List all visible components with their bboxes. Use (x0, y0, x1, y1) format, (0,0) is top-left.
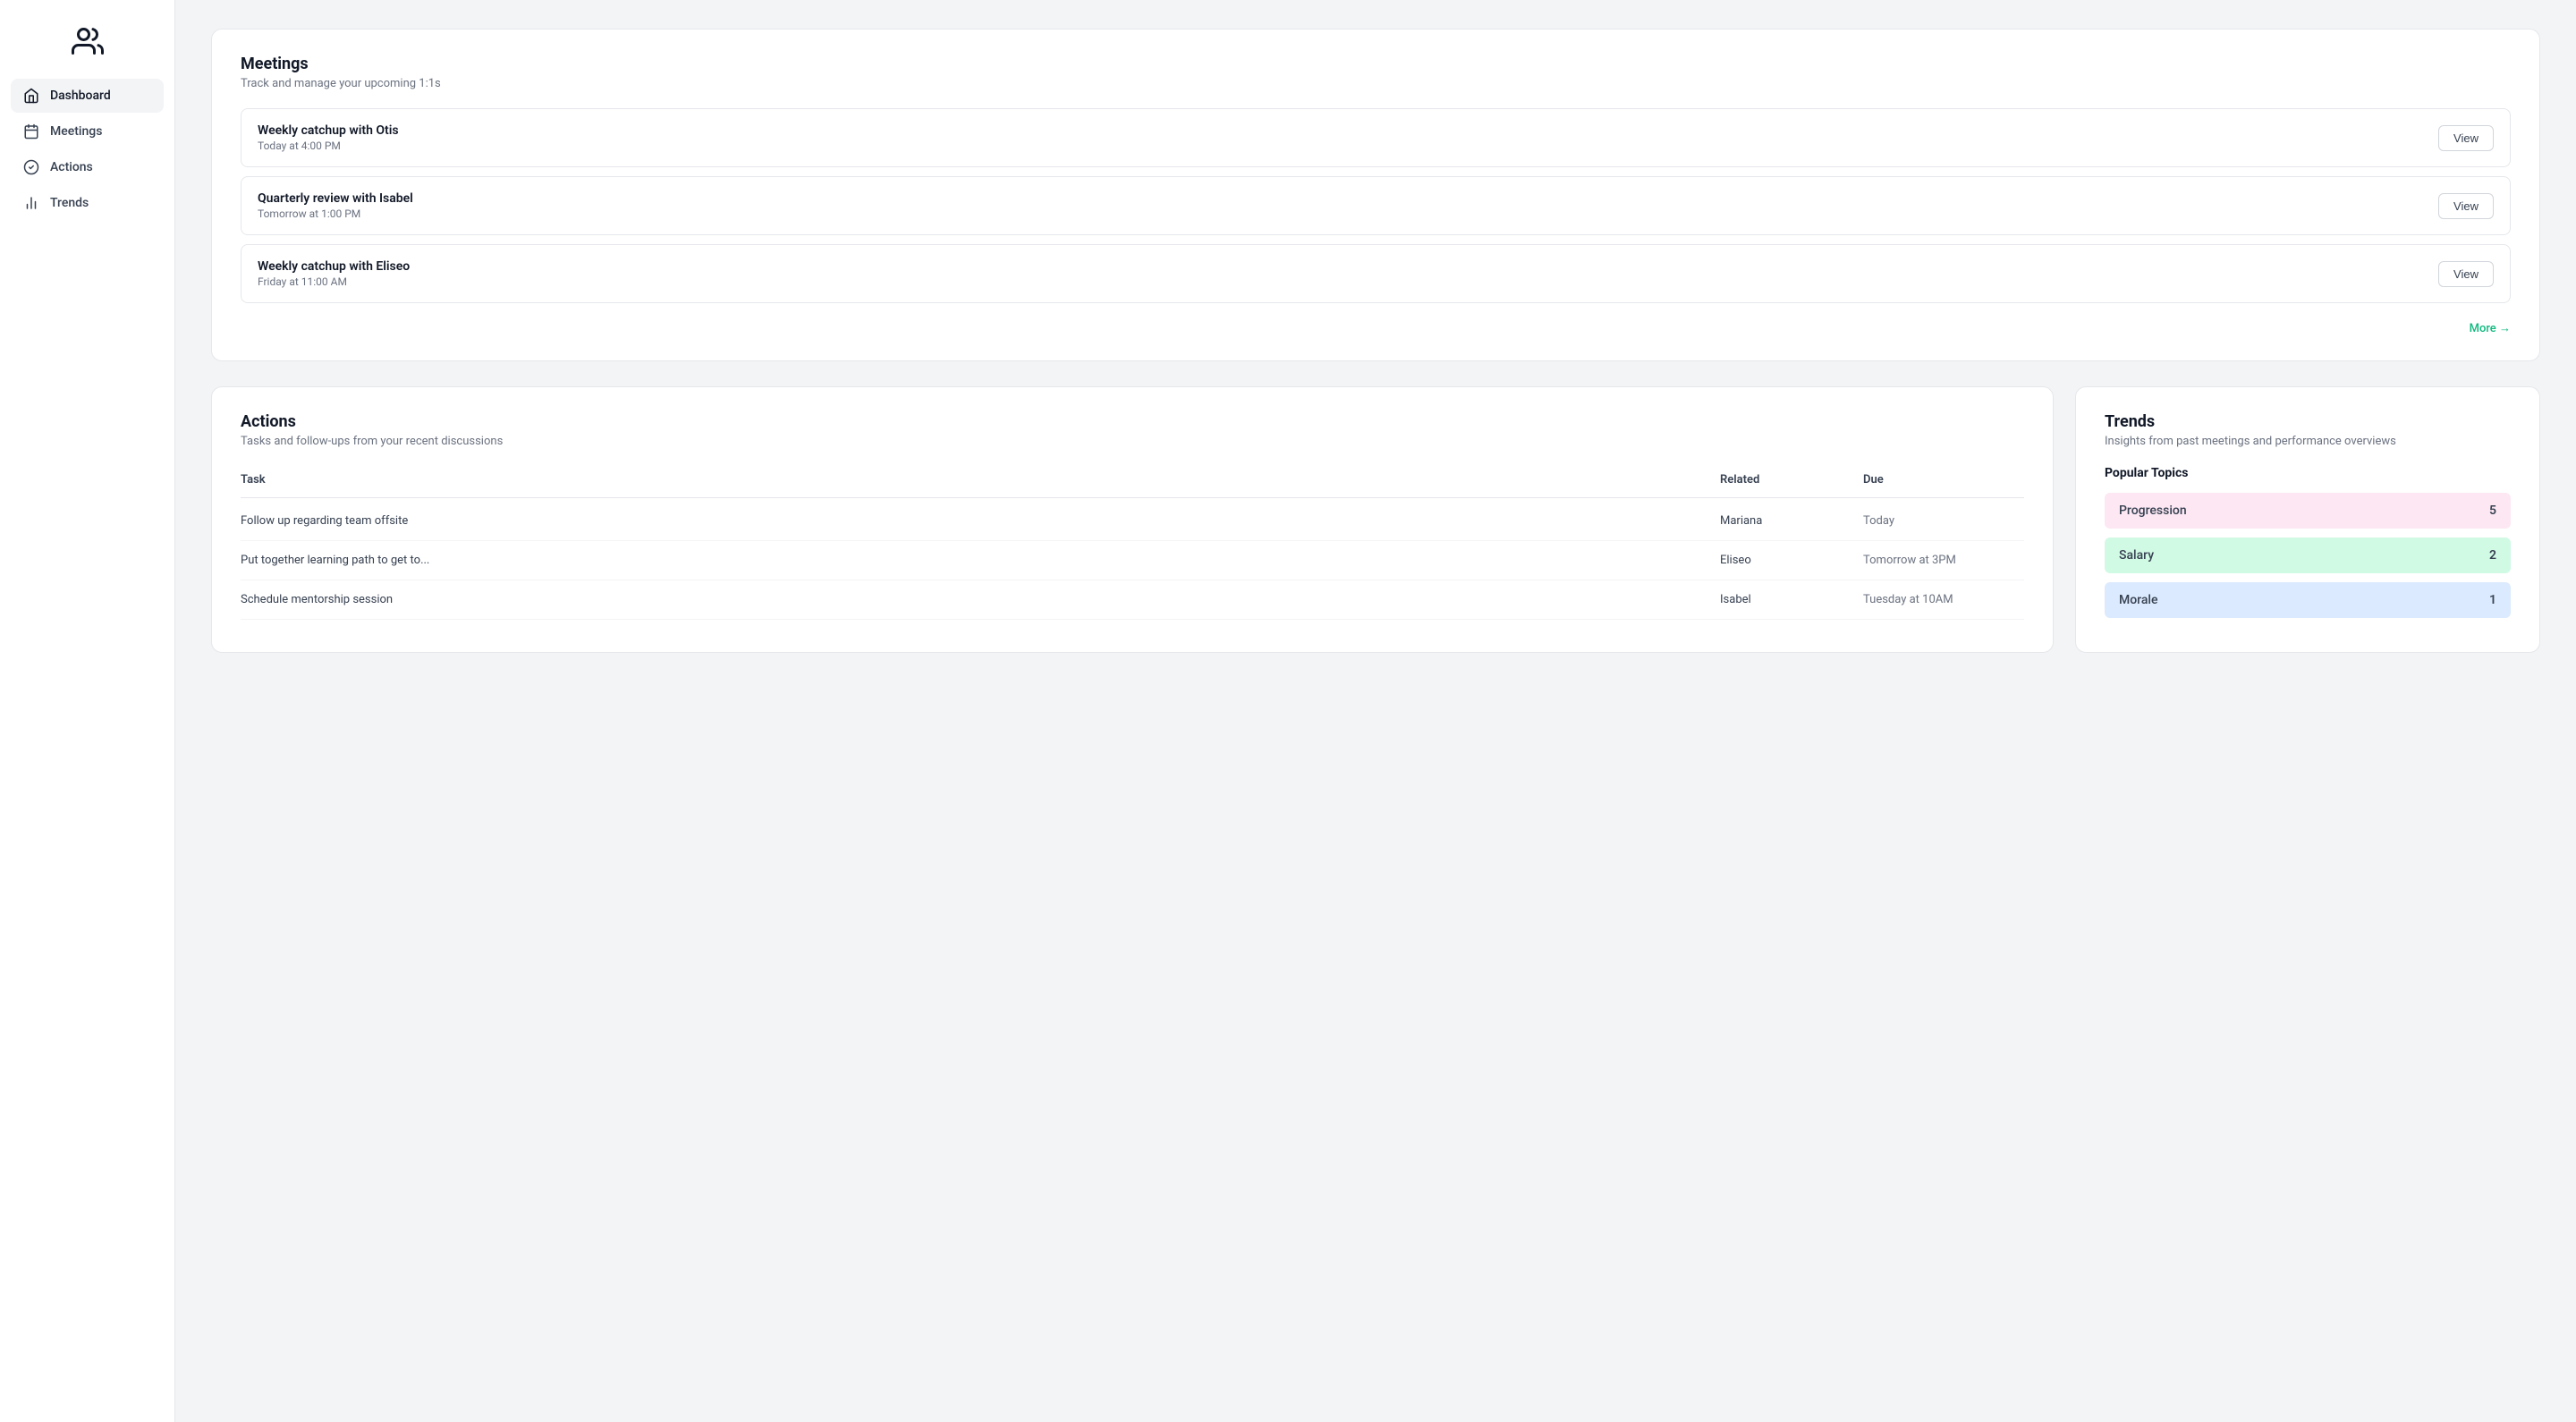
topic-count: 2 (2489, 548, 2496, 563)
meeting-time: Friday at 11:00 AM (258, 275, 410, 288)
task-name: Schedule mentorship session (241, 593, 1720, 606)
people-icon (72, 25, 104, 57)
task-related: Mariana (1720, 514, 1863, 528)
topic-name: Salary (2119, 548, 2154, 563)
calendar-icon (23, 123, 39, 140)
view-meeting-button[interactable]: View (2438, 125, 2494, 151)
bottom-row: Actions Tasks and follow-ups from your r… (211, 386, 2540, 653)
bar-chart-icon (23, 195, 39, 211)
task-name: Put together learning path to get to... (241, 554, 1720, 567)
topic-count: 5 (2489, 504, 2496, 518)
sidebar-item-label: Meetings (50, 124, 102, 139)
col-header-due: Due (1863, 473, 2024, 487)
check-circle-icon (23, 159, 39, 175)
task-related: Isabel (1720, 593, 1863, 606)
topic-name: Progression (2119, 504, 2187, 518)
sidebar: Dashboard Meetings Actions (0, 0, 175, 1422)
meetings-subtitle: Track and manage your upcoming 1:1s (241, 77, 2511, 90)
topic-bar-progression: Progression 5 (2105, 493, 2511, 529)
topic-bar-salary: Salary 2 (2105, 537, 2511, 573)
sidebar-item-trends[interactable]: Trends (11, 186, 164, 220)
meeting-name: Weekly catchup with Otis (258, 123, 399, 138)
meeting-time: Today at 4:00 PM (258, 140, 399, 152)
meeting-item: Weekly catchup with Otis Today at 4:00 P… (241, 108, 2511, 167)
task-due: Today (1863, 514, 2024, 528)
meeting-item: Weekly catchup with Eliseo Friday at 11:… (241, 244, 2511, 303)
table-row: Follow up regarding team offsite Mariana… (241, 502, 2024, 541)
meeting-name: Weekly catchup with Eliseo (258, 259, 410, 274)
app-logo (0, 18, 174, 79)
sidebar-item-label: Actions (50, 160, 93, 174)
actions-subtitle: Tasks and follow-ups from your recent di… (241, 435, 2024, 448)
popular-topics-label: Popular Topics (2105, 466, 2511, 480)
actions-card: Actions Tasks and follow-ups from your r… (211, 386, 2054, 653)
topic-count: 1 (2489, 593, 2496, 607)
task-related: Eliseo (1720, 554, 1863, 567)
trends-subtitle: Insights from past meetings and performa… (2105, 435, 2511, 448)
meeting-time: Tomorrow at 1:00 PM (258, 207, 413, 220)
sidebar-item-actions[interactable]: Actions (11, 150, 164, 184)
topic-name: Morale (2119, 593, 2158, 607)
more-link[interactable]: More → (241, 321, 2511, 335)
sidebar-item-label: Dashboard (50, 89, 111, 103)
view-meeting-button[interactable]: View (2438, 193, 2494, 219)
home-icon (23, 88, 39, 104)
topic-bar-morale: Morale 1 (2105, 582, 2511, 618)
sidebar-navigation: Dashboard Meetings Actions (0, 79, 174, 220)
task-name: Follow up regarding team offsite (241, 514, 1720, 528)
actions-table-header: Task Related Due (241, 466, 2024, 498)
col-header-task: Task (241, 473, 1720, 487)
meeting-info: Quarterly review with Isabel Tomorrow at… (258, 191, 413, 220)
sidebar-item-meetings[interactable]: Meetings (11, 114, 164, 148)
trends-title: Trends (2105, 412, 2511, 431)
view-meeting-button[interactable]: View (2438, 261, 2494, 287)
col-header-related: Related (1720, 473, 1863, 487)
table-row: Put together learning path to get to... … (241, 541, 2024, 580)
sidebar-item-label: Trends (50, 196, 89, 210)
trends-card: Trends Insights from past meetings and p… (2075, 386, 2540, 653)
meeting-name: Quarterly review with Isabel (258, 191, 413, 206)
sidebar-item-dashboard[interactable]: Dashboard (11, 79, 164, 113)
task-due: Tomorrow at 3PM (1863, 554, 2024, 567)
main-content: Meetings Track and manage your upcoming … (175, 0, 2576, 1422)
meetings-card: Meetings Track and manage your upcoming … (211, 29, 2540, 361)
meeting-info: Weekly catchup with Eliseo Friday at 11:… (258, 259, 410, 288)
table-row: Schedule mentorship session Isabel Tuesd… (241, 580, 2024, 620)
meeting-info: Weekly catchup with Otis Today at 4:00 P… (258, 123, 399, 152)
meetings-title: Meetings (241, 55, 2511, 73)
meeting-item: Quarterly review with Isabel Tomorrow at… (241, 176, 2511, 235)
actions-title: Actions (241, 412, 2024, 431)
task-due: Tuesday at 10AM (1863, 593, 2024, 606)
